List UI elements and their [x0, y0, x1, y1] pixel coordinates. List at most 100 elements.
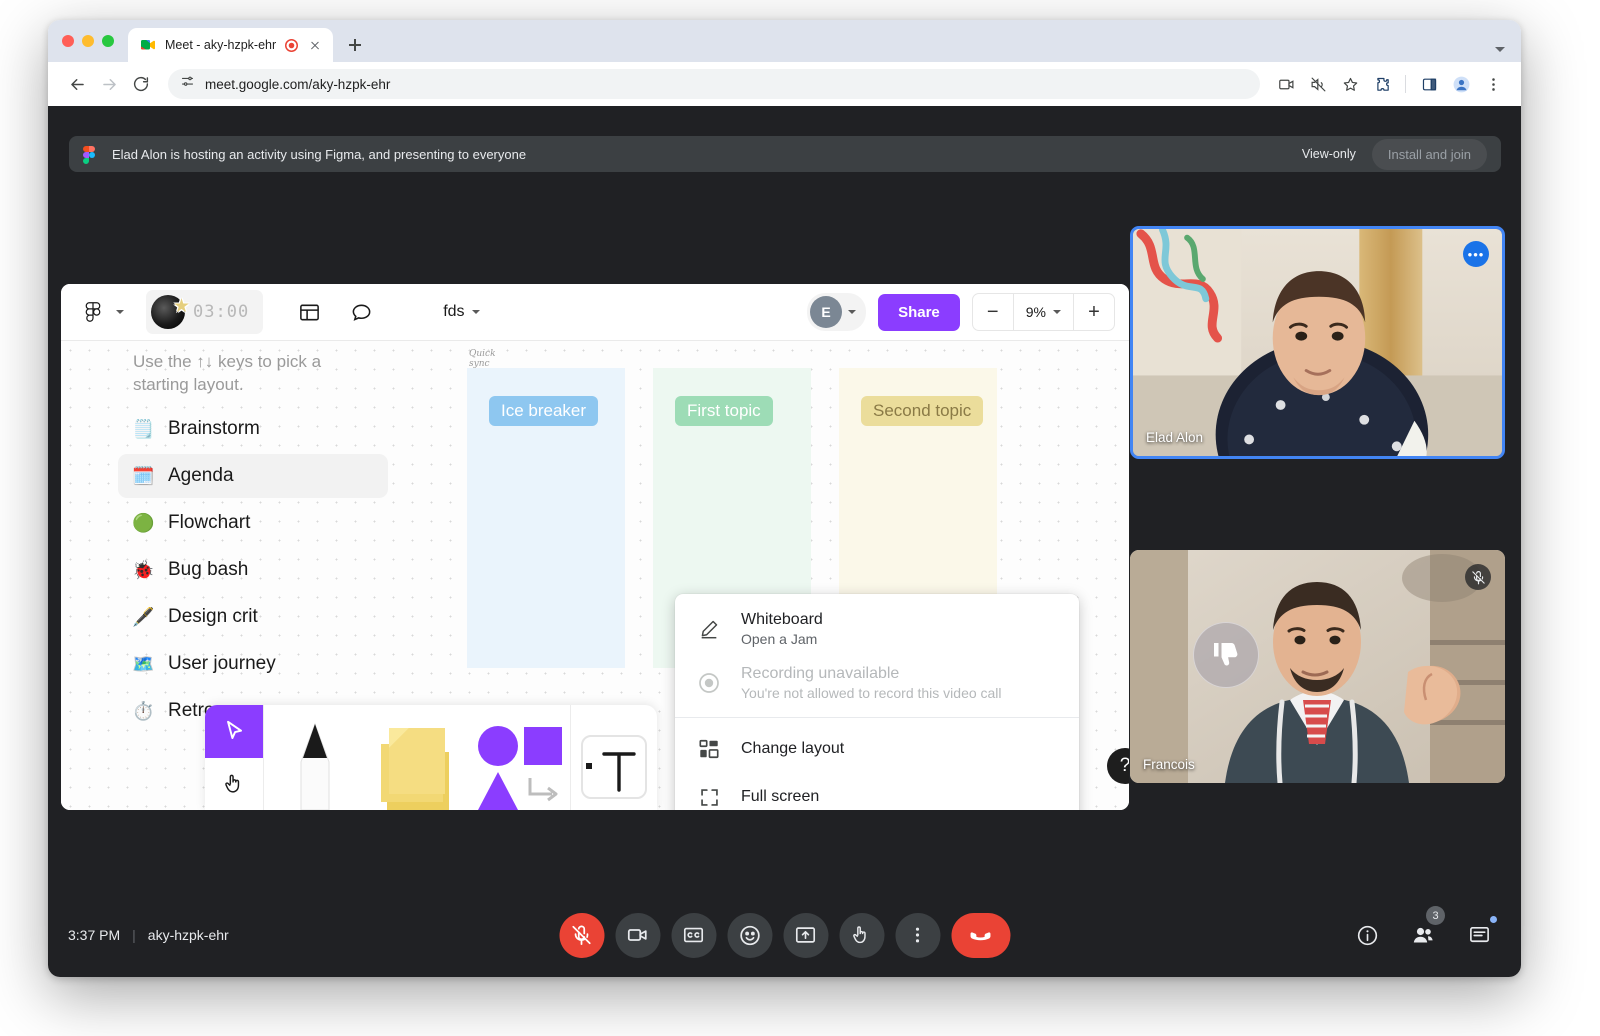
meeting-details-button[interactable] [1347, 915, 1387, 955]
view-only-label: View-only [1301, 147, 1356, 161]
chat-button[interactable] [1459, 915, 1499, 955]
google-meet-icon [140, 37, 156, 53]
new-tab-button[interactable] [341, 31, 369, 59]
raise-hand-button[interactable] [839, 912, 884, 958]
reload-icon[interactable] [126, 69, 156, 99]
layout-option-agenda[interactable]: 🗓️ Agenda [118, 454, 388, 498]
people-button[interactable]: 3 [1403, 906, 1445, 955]
three-dot-menu-icon[interactable] [1479, 70, 1507, 98]
minimize-window-button[interactable] [82, 35, 94, 47]
figma-tool-dock [205, 705, 657, 810]
layout-option-bug-bash[interactable]: 🐞 Bug bash [118, 548, 388, 592]
leave-call-button[interactable] [951, 912, 1010, 958]
mic-off-icon [1465, 564, 1491, 590]
forward-arrow-icon[interactable] [94, 69, 124, 99]
zoom-out-button[interactable]: − [973, 294, 1013, 330]
chevron-down-icon[interactable] [848, 310, 857, 314]
camera-button[interactable] [615, 912, 660, 958]
figma-logo-icon[interactable] [83, 301, 105, 323]
pen-icon: 🖋️ [132, 606, 155, 627]
address-bar[interactable]: meet.google.com/aky-hzpk-ehr [168, 69, 1260, 99]
captions-button[interactable] [671, 912, 716, 958]
figma-file-name[interactable]: fds [443, 303, 480, 321]
close-icon[interactable] [307, 37, 323, 53]
zoom-level-selector[interactable]: 9% [1012, 294, 1074, 330]
participant-tile-francois[interactable]: Francois [1130, 550, 1505, 783]
layout-option-design-crit[interactable]: 🖋️ Design crit [118, 595, 388, 639]
move-cursor-tool[interactable] [205, 705, 263, 758]
zoom-controls: − 9% + [971, 293, 1115, 331]
google-meet-app: Elad Alon is hosting an activity using F… [48, 106, 1521, 977]
unread-indicator [1490, 916, 1497, 923]
help-question-icon[interactable]: ? [1107, 748, 1129, 784]
layout-grid-icon[interactable] [289, 292, 329, 332]
selection-tools-column [205, 705, 263, 810]
bookmark-star-icon[interactable] [1336, 70, 1364, 98]
menu-item-full-screen[interactable]: Full screen [675, 773, 1079, 810]
menu-item-title: Change layout [741, 740, 845, 757]
participant-tile-elad-alon[interactable]: ••• Elad Alon [1130, 226, 1505, 459]
menu-item-change-layout[interactable]: Change layout [675, 725, 1079, 773]
more-options-icon[interactable]: ••• [1463, 241, 1489, 267]
separator: | [132, 927, 136, 943]
chevron-down-icon[interactable] [471, 310, 480, 314]
record-dot-icon[interactable] [285, 38, 299, 52]
bug-icon: 🐞 [132, 559, 155, 580]
microphone-muted-button[interactable] [559, 912, 604, 958]
layout-option-list: 🗒️ Brainstorm 🗓️ Agenda 🟢 Flowchart 🐞 Bu… [118, 407, 388, 736]
more-options-button[interactable] [895, 912, 940, 958]
figma-timer-pill[interactable]: ★ 03:00 [146, 290, 264, 334]
meet-more-options-menu: Whiteboard Open a Jam Recording unavaila… [675, 594, 1079, 810]
hand-tool[interactable] [205, 758, 263, 811]
layout-option-label: Agenda [168, 465, 234, 486]
chevron-down-icon[interactable] [1495, 47, 1505, 52]
call-controls [559, 912, 1010, 958]
maximize-window-button[interactable] [102, 35, 114, 47]
layout-option-flowchart[interactable]: 🟢 Flowchart [118, 501, 388, 545]
mute-site-icon[interactable] [1304, 70, 1332, 98]
sticky-note[interactable]: Second topic [861, 396, 984, 426]
reactions-button[interactable] [727, 912, 772, 958]
figma-user-avatar-menu[interactable]: E [807, 293, 867, 331]
file-name-label: fds [443, 303, 465, 320]
pen-marker-tool[interactable] [264, 705, 366, 810]
sticky-note[interactable]: Ice breaker [489, 396, 599, 426]
figma-icon [83, 145, 100, 164]
share-button[interactable]: Share [878, 293, 960, 331]
sticky-note[interactable]: First topic [675, 396, 773, 426]
calendar-icon: 🗓️ [132, 465, 155, 486]
browser-tabstrip: Meet - aky-hzpk-ehr [48, 20, 1521, 62]
address-bar-url: meet.google.com/aky-hzpk-ehr [205, 76, 391, 92]
frame-caption: Quick sync [469, 349, 496, 369]
shapes-tool[interactable] [468, 705, 570, 810]
menu-item-title: Recording unavailable [741, 665, 900, 682]
menu-item-whiteboard[interactable]: Whiteboard Open a Jam [675, 602, 1079, 656]
avatar: E [810, 296, 843, 328]
media-cast-icon[interactable] [1272, 70, 1300, 98]
participant-name: Francois [1143, 757, 1195, 772]
extensions-puzzle-icon[interactable] [1368, 70, 1396, 98]
zoom-in-button[interactable]: + [1074, 294, 1114, 330]
back-arrow-icon[interactable] [62, 69, 92, 99]
layout-option-brainstorm[interactable]: 🗒️ Brainstorm [118, 407, 388, 451]
chevron-down-icon[interactable] [116, 310, 124, 314]
install-and-join-button[interactable]: Install and join [1371, 138, 1487, 170]
text-tool[interactable] [571, 705, 657, 810]
comment-bubble-icon[interactable] [341, 292, 381, 332]
side-panel-icon[interactable] [1415, 70, 1443, 98]
people-count-badge: 3 [1426, 906, 1445, 925]
layout-option-user-journey[interactable]: 🗺️ User journey [118, 642, 388, 686]
activity-banner-message: Elad Alon is hosting an activity using F… [112, 146, 527, 162]
pencil-edit-icon [697, 617, 721, 641]
browser-tab[interactable]: Meet - aky-hzpk-ehr [128, 28, 334, 62]
agenda-frame[interactable]: Ice breaker [467, 368, 625, 668]
reaction-thumbs-down [1193, 622, 1259, 688]
close-window-button[interactable] [62, 35, 74, 47]
profile-avatar-icon[interactable] [1447, 70, 1475, 98]
tune-icon[interactable] [180, 74, 195, 94]
sticky-note-tool[interactable] [366, 705, 468, 810]
menu-item-title: Whiteboard [741, 611, 823, 628]
browser-window: Meet - aky-hzpk-ehr meet.google.com/aky-… [48, 20, 1521, 977]
layout-option-label: Flowchart [168, 512, 251, 533]
present-button[interactable] [783, 912, 828, 958]
